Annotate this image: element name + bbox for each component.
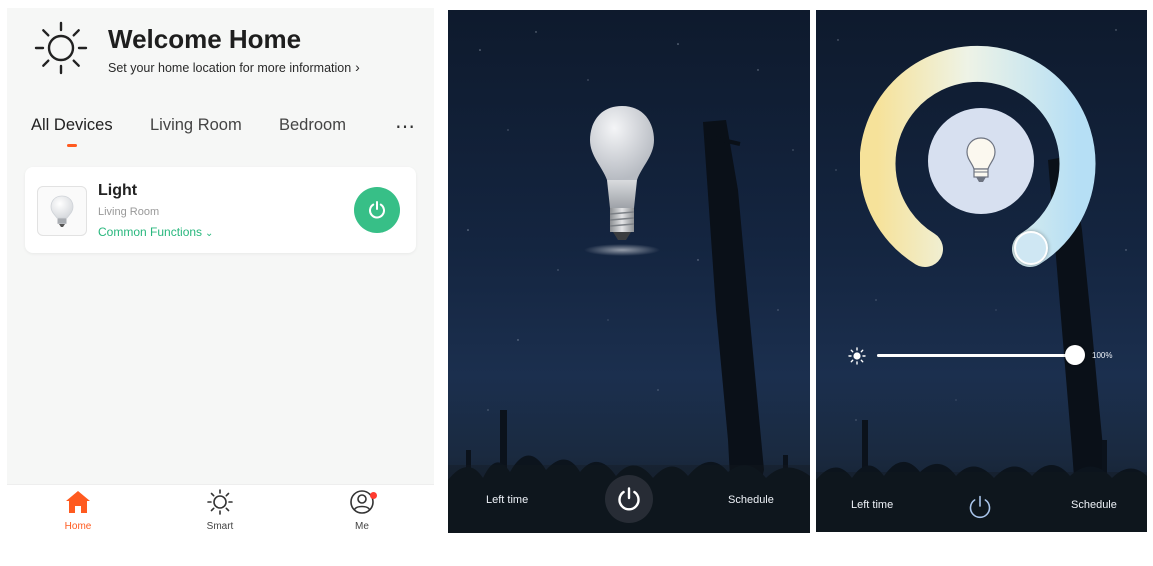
common-functions-dropdown[interactable]: Common Functions ⌄: [98, 225, 213, 239]
weather-sun-icon: [34, 21, 88, 75]
bottom-navigation: Home Smart Me: [7, 484, 434, 536]
left-time-button[interactable]: Left time: [486, 494, 528, 506]
home-screen: Welcome Home Set your home location for …: [7, 8, 434, 536]
nav-home[interactable]: Home: [48, 489, 108, 532]
device-power-button[interactable]: [354, 187, 400, 233]
bottom-control-bar: Left time Schedule: [448, 465, 810, 533]
nav-home-label: Home: [64, 521, 92, 532]
chevron-down-icon: ⌄: [205, 228, 214, 239]
more-options-icon[interactable]: ⋯: [395, 114, 416, 139]
chevron-right-icon: ›: [355, 59, 360, 75]
tab-living-room[interactable]: Living Room: [150, 116, 242, 135]
bulb-icon: [50, 195, 74, 227]
power-icon: [618, 487, 640, 511]
nav-me[interactable]: Me: [332, 489, 392, 532]
brightness-icon: [848, 347, 866, 365]
schedule-button[interactable]: Schedule: [1071, 499, 1117, 511]
common-functions-label: Common Functions: [98, 225, 203, 239]
notification-badge: [370, 492, 377, 499]
light-control-screen: 100% Left time Schedule: [816, 10, 1147, 532]
brightness-value: 100%: [1092, 351, 1113, 360]
device-thumbnail: [37, 186, 87, 236]
power-icon: [369, 201, 385, 219]
power-toggle-button[interactable]: [605, 475, 653, 523]
color-temperature-handle[interactable]: [1014, 231, 1048, 265]
night-scenery-background: [448, 31, 810, 533]
power-icon: [969, 495, 991, 519]
sun-icon: [207, 489, 233, 515]
active-tab-indicator: [67, 144, 77, 147]
bottom-control-bar: Left time Schedule: [816, 472, 1147, 532]
tab-bedroom[interactable]: Bedroom: [279, 116, 346, 135]
tab-all-devices[interactable]: All Devices: [31, 116, 113, 135]
device-card-light[interactable]: Light Living Room Common Functions ⌄: [25, 167, 416, 253]
set-location-link[interactable]: Set your home location for more informat…: [108, 59, 360, 75]
device-room: Living Room: [98, 206, 160, 218]
power-toggle-button[interactable]: [958, 485, 1002, 529]
device-name: Light: [98, 182, 138, 199]
brightness-slider-thumb[interactable]: [1065, 345, 1085, 365]
brightness-slider[interactable]: [877, 345, 1085, 365]
page-title: Welcome Home: [108, 24, 302, 54]
nav-smart[interactable]: Smart: [190, 489, 250, 532]
nav-smart-label: Smart: [206, 521, 234, 532]
left-time-button[interactable]: Left time: [851, 499, 893, 511]
nav-me-label: Me: [355, 521, 369, 532]
home-icon: [66, 491, 90, 513]
schedule-button[interactable]: Schedule: [728, 494, 774, 506]
brightness-fill: [877, 354, 1075, 357]
bulb-icon: [966, 137, 996, 182]
bulb-icon: [584, 106, 660, 256]
center-light-indicator: [928, 108, 1034, 214]
set-location-text: Set your home location for more informat…: [108, 61, 352, 75]
bulb-off-screen: Left time Schedule: [448, 10, 810, 533]
room-tabs: All Devices Living Room Bedroom: [7, 116, 434, 156]
